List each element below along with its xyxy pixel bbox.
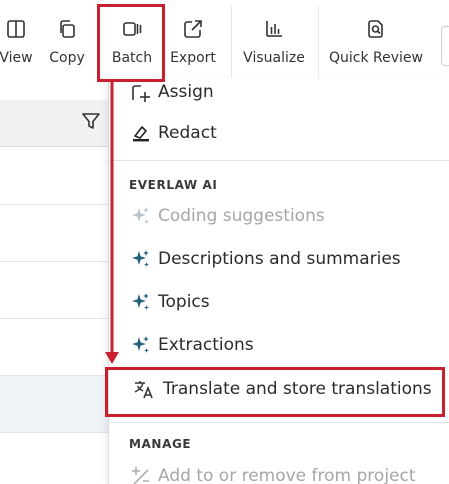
copy-label: Copy bbox=[49, 50, 85, 66]
table-row-selected[interactable] bbox=[0, 376, 108, 433]
coding-suggestions-label: Coding suggestions bbox=[158, 206, 325, 226]
export-label: Export bbox=[170, 50, 216, 66]
add-remove-project-label: Add to or remove from project bbox=[158, 466, 416, 484]
export-icon bbox=[184, 20, 202, 38]
view-icon bbox=[7, 20, 25, 38]
table-header bbox=[0, 100, 108, 147]
menu-item-descriptions-summaries[interactable]: Descriptions and summaries bbox=[109, 241, 449, 277]
menu-item-coding-suggestions: Coding suggestions bbox=[109, 198, 449, 234]
assign-icon bbox=[132, 85, 150, 102]
assign-label: Assign bbox=[158, 82, 214, 102]
everlaw-ai-heading: EVERLAW AI bbox=[129, 178, 218, 192]
redact-label: Redact bbox=[158, 123, 217, 143]
table-row[interactable] bbox=[0, 147, 108, 205]
view-button[interactable]: View bbox=[0, 0, 34, 100]
table-row[interactable] bbox=[0, 262, 108, 319]
table-row[interactable] bbox=[0, 319, 108, 376]
quick-review-icon bbox=[368, 20, 383, 38]
menu-divider bbox=[109, 422, 449, 423]
filter-icon[interactable] bbox=[81, 111, 101, 131]
menu-divider bbox=[109, 160, 449, 161]
add-remove-project-icon bbox=[132, 467, 149, 484]
table-row[interactable] bbox=[0, 205, 108, 262]
copy-icon bbox=[60, 20, 75, 38]
view-label: View bbox=[0, 50, 33, 66]
batch-menu: Assign Redact EVERLAW AI Coding suggesti… bbox=[108, 78, 449, 484]
sparkle-icon bbox=[132, 250, 149, 267]
menu-item-add-remove-project: Add to or remove from project bbox=[109, 458, 449, 484]
sparkle-icon bbox=[132, 293, 149, 310]
sparkle-icon bbox=[132, 336, 149, 353]
menu-item-topics[interactable]: Topics bbox=[109, 284, 449, 320]
results-table bbox=[0, 100, 108, 484]
menu-item-assign[interactable]: Assign bbox=[109, 78, 449, 110]
visualize-label: Visualize bbox=[243, 50, 305, 66]
sparkle-icon bbox=[132, 207, 149, 224]
extractions-label: Extractions bbox=[158, 335, 254, 355]
quick-review-label: Quick Review bbox=[329, 50, 423, 66]
table-row[interactable] bbox=[0, 433, 108, 484]
manage-heading: MANAGE bbox=[129, 437, 192, 451]
search-box[interactable] bbox=[441, 26, 449, 66]
translate-highlight-box bbox=[105, 367, 445, 417]
redact-icon bbox=[133, 126, 149, 142]
topics-label: Topics bbox=[158, 292, 210, 312]
visualize-icon bbox=[266, 21, 282, 37]
descriptions-summaries-label: Descriptions and summaries bbox=[158, 249, 401, 269]
menu-item-extractions[interactable]: Extractions bbox=[109, 327, 449, 363]
batch-highlight-box bbox=[97, 4, 165, 82]
menu-item-redact[interactable]: Redact bbox=[109, 115, 449, 151]
copy-button[interactable]: Copy bbox=[46, 0, 88, 100]
